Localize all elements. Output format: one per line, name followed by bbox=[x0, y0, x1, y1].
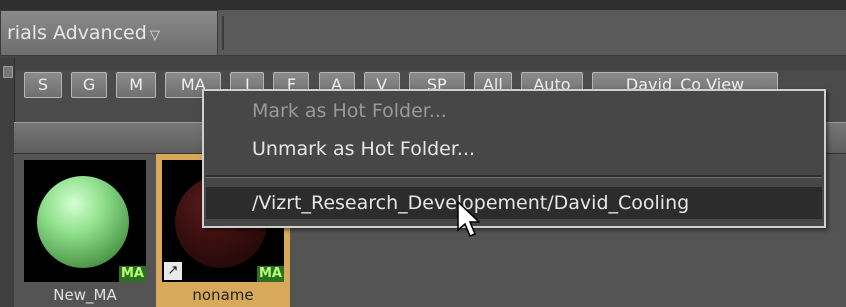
material-thumbnail-new-ma[interactable]: MA New_MA bbox=[18, 154, 152, 307]
menu-separator bbox=[206, 175, 822, 178]
panel-resize-handle[interactable] bbox=[0, 58, 15, 307]
toolbar-area bbox=[218, 10, 846, 56]
arrow-cursor-icon bbox=[457, 200, 480, 237]
thumbnail-caption: New_MA bbox=[53, 286, 117, 304]
shortcut-arrow-icon: ↗ bbox=[164, 262, 182, 280]
toolbar-gap bbox=[0, 56, 846, 70]
tab-s[interactable]: S bbox=[24, 72, 62, 98]
sphere-preview bbox=[37, 176, 129, 268]
ma-badge: MA bbox=[257, 266, 284, 282]
handle-nub-icon bbox=[3, 66, 13, 78]
dropdown-label: rials Advanced bbox=[7, 22, 147, 44]
materials-advanced-dropdown[interactable]: rials Advanced ▽ bbox=[0, 10, 218, 56]
context-menu: Mark as Hot Folder... Unmark as Hot Fold… bbox=[202, 89, 826, 228]
title-strip bbox=[0, 0, 846, 10]
tab-m[interactable]: M bbox=[116, 72, 157, 98]
menu-item-unmark-hot-folder[interactable]: Unmark as Hot Folder... bbox=[206, 133, 822, 165]
tab-g[interactable]: G bbox=[71, 72, 108, 98]
thumbnail-caption: noname bbox=[192, 286, 254, 304]
ma-badge: MA bbox=[119, 266, 146, 282]
menu-item-mark-hot-folder[interactable]: Mark as Hot Folder... bbox=[206, 95, 822, 127]
material-preview: MA bbox=[24, 160, 146, 282]
menu-item-folder-path[interactable]: /Vizrt_Research_Developement/David_Cooli… bbox=[206, 187, 822, 219]
triangle-down-icon: ▽ bbox=[149, 28, 160, 43]
toolbar-separator bbox=[222, 16, 224, 50]
